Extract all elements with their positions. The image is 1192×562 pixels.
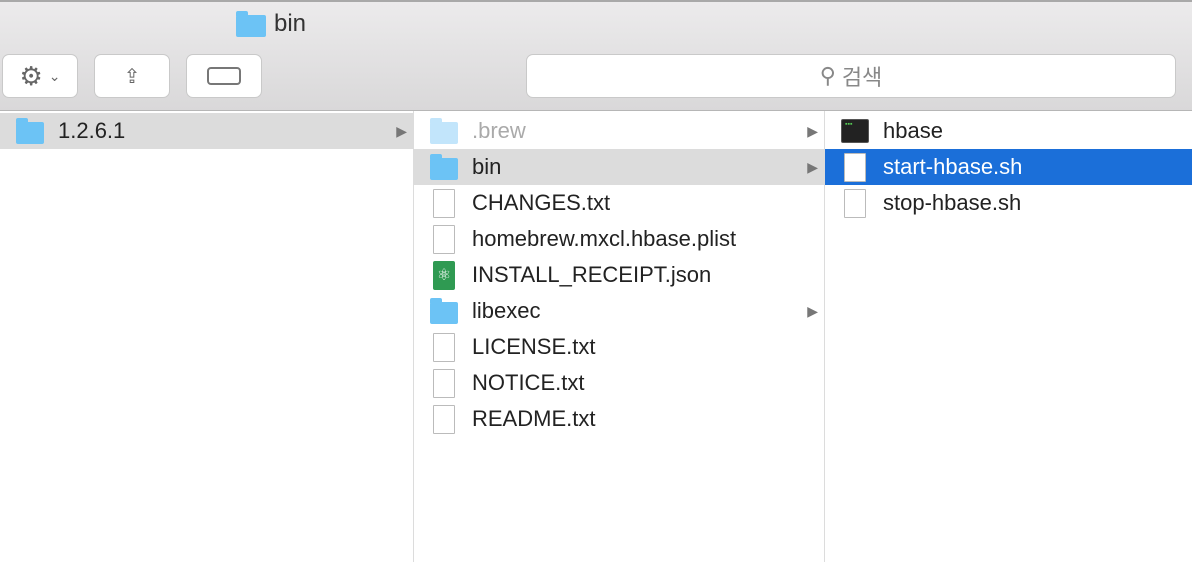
text-file-icon bbox=[433, 332, 455, 362]
list-item[interactable]: ⚛ INSTALL_RECEIPT.json bbox=[414, 257, 824, 293]
folder-icon bbox=[430, 118, 458, 144]
list-item[interactable]: README.txt bbox=[414, 401, 824, 437]
list-item[interactable]: ▪▪▪ hbase bbox=[825, 113, 1192, 149]
gear-icon: ⚙ bbox=[19, 60, 43, 91]
list-item[interactable]: homebrew.mxcl.hbase.plist bbox=[414, 221, 824, 257]
column-3: ▪▪▪ hbase start-hbase.sh stop-hbase.sh bbox=[825, 111, 1192, 562]
list-item[interactable]: 1.2.6.1 ▶ bbox=[0, 113, 413, 149]
script-file-icon bbox=[844, 188, 866, 218]
list-item[interactable]: NOTICE.txt bbox=[414, 365, 824, 401]
disclosure-arrow-icon: ▶ bbox=[807, 302, 818, 319]
window-title: bin bbox=[236, 10, 306, 38]
script-file-icon bbox=[844, 152, 866, 182]
text-file-icon bbox=[433, 188, 455, 218]
folder-icon bbox=[430, 298, 458, 324]
text-file-icon bbox=[433, 368, 455, 398]
list-item[interactable]: stop-hbase.sh bbox=[825, 185, 1192, 221]
folder-icon bbox=[236, 11, 266, 37]
terminal-exec-icon: ▪▪▪ bbox=[841, 119, 869, 143]
chevron-down-icon: ⌄ bbox=[48, 67, 61, 84]
tag-button[interactable] bbox=[186, 54, 262, 98]
list-item[interactable]: CHANGES.txt bbox=[414, 185, 824, 221]
json-file-icon: ⚛ bbox=[433, 260, 455, 290]
share-icon: ⇪ bbox=[123, 65, 141, 88]
list-item[interactable]: libexec ▶ bbox=[414, 293, 824, 329]
plist-file-icon bbox=[433, 224, 455, 254]
share-button[interactable]: ⇪ bbox=[94, 54, 170, 98]
action-button[interactable]: ⚙ ⌄ bbox=[2, 54, 78, 98]
list-item-selected[interactable]: start-hbase.sh bbox=[825, 149, 1192, 185]
list-item[interactable]: LICENSE.txt bbox=[414, 329, 824, 365]
search-icon: ⚲ bbox=[819, 63, 836, 88]
disclosure-arrow-icon: ▶ bbox=[396, 122, 407, 139]
list-item[interactable]: bin ▶ bbox=[414, 149, 824, 185]
column-2: .brew ▶ bin ▶ CHANGES.txt homebrew.mxcl.hb… bbox=[414, 111, 825, 562]
search-input[interactable]: ⚲ 검색 bbox=[526, 54, 1176, 98]
column-1: 1.2.6.1 ▶ bbox=[0, 111, 414, 562]
folder-icon bbox=[16, 118, 44, 144]
toolbar: bin ⚙ ⌄ ⇪ ⚲ 검색 bbox=[0, 0, 1192, 111]
tag-icon bbox=[207, 67, 241, 85]
text-file-icon bbox=[433, 404, 455, 434]
folder-icon bbox=[430, 154, 458, 180]
list-item[interactable]: .brew ▶ bbox=[414, 113, 824, 149]
disclosure-arrow-icon: ▶ bbox=[807, 158, 818, 175]
disclosure-arrow-icon: ▶ bbox=[807, 122, 818, 139]
